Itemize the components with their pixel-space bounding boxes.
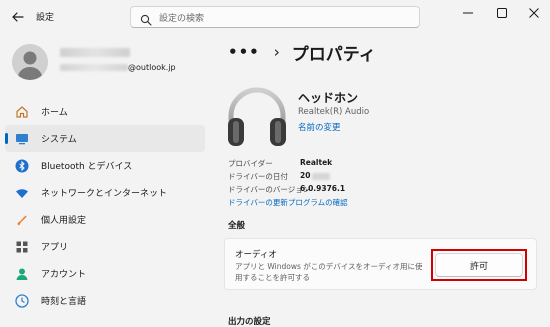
maximize-button[interactable] [490, 5, 514, 21]
account-name-redacted [60, 48, 130, 57]
sidebar-item-apps[interactable]: アプリ [5, 233, 205, 260]
time-language-icon [15, 293, 29, 308]
provider-value: Realtek [300, 158, 333, 167]
account-icon [15, 267, 29, 281]
sidebar-item-home[interactable]: ホーム [5, 98, 205, 125]
driver-version-value: 6.0.9376.1 [300, 184, 346, 193]
driver-update-link[interactable]: ドライバーの更新プログラムの確認 [228, 197, 348, 208]
sidebar-item-label: 個人用設定 [41, 216, 87, 226]
driver-version-label: ドライバーのバージョン [228, 185, 311, 194]
output-settings-title: 出力の設定 [228, 317, 271, 327]
rename-link[interactable]: 名前の変更 [298, 121, 341, 133]
minimize-button[interactable] [456, 5, 480, 21]
audio-description: アプリと Windows がこのデバイスをオーディオ用に使用することを許可する [235, 262, 423, 282]
bluetooth-icon [15, 159, 29, 173]
audio-title: オーディオ [235, 250, 277, 260]
person-icon [12, 44, 48, 80]
close-button[interactable] [522, 5, 546, 21]
home-icon [15, 105, 29, 119]
general-section-title: 全般 [228, 221, 246, 231]
sidebar-item-accounts[interactable]: アカウント [5, 260, 205, 287]
sidebar-item-label: アプリ [41, 243, 69, 253]
audio-card: オーディオ アプリと Windows がこのデバイスをオーディオ用に使用すること… [224, 238, 537, 290]
back-icon[interactable] [10, 9, 26, 25]
account-email-redacted [60, 64, 128, 71]
wifi-icon [15, 186, 29, 200]
search-box[interactable]: 設定の検索 [130, 6, 420, 28]
minimize-icon [463, 12, 473, 14]
sidebar-item-time-language[interactable]: 時刻と言語 [5, 287, 205, 314]
maximize-icon [497, 8, 507, 18]
page-title: プロパティ [291, 44, 376, 65]
sidebar-nav: ホーム システム Bluetooth とデバイス ネットワークとインターネット … [5, 98, 205, 314]
sidebar-item-label: Bluetooth とデバイス [41, 162, 133, 172]
personalize-icon [15, 213, 29, 227]
sidebar-item-label: 時刻と言語 [41, 297, 87, 307]
chevron-right-icon: › [273, 43, 280, 61]
device-subtitle: Realtek(R) Audio [298, 107, 370, 117]
sidebar-item-network[interactable]: ネットワークとインターネット [5, 179, 205, 206]
headphones-icon [222, 82, 292, 152]
app-title: 設定 [36, 13, 55, 23]
sidebar-item-label: システム [41, 135, 77, 145]
breadcrumb: ••• › プロパティ [228, 40, 376, 65]
sidebar-item-label: アカウント [41, 270, 87, 280]
search-input[interactable]: 設定の検索 [159, 11, 204, 24]
sidebar-item-label: ネットワークとインターネット [41, 189, 168, 199]
account-email: @outlook.jp [128, 63, 176, 72]
avatar[interactable] [12, 44, 48, 80]
sidebar-item-personalize[interactable]: 個人用設定 [5, 206, 205, 233]
provider-label: プロバイダー [228, 159, 273, 168]
breadcrumb-ellipsis[interactable]: ••• [228, 43, 260, 61]
device-name: ヘッドホン [298, 91, 359, 105]
allow-button[interactable]: 許可 [435, 253, 523, 277]
sidebar-item-label: ホーム [41, 108, 68, 118]
sidebar-item-bluetooth[interactable]: Bluetooth とデバイス [5, 152, 205, 179]
search-icon [140, 11, 152, 26]
apps-icon [15, 240, 29, 254]
driver-date-value: 20 [300, 171, 311, 180]
driver-date-label: ドライバーの日付 [228, 172, 288, 181]
system-icon [15, 132, 29, 146]
close-icon [529, 8, 539, 18]
sidebar-item-system[interactable]: システム [5, 125, 205, 152]
driver-date-redacted [312, 173, 330, 180]
